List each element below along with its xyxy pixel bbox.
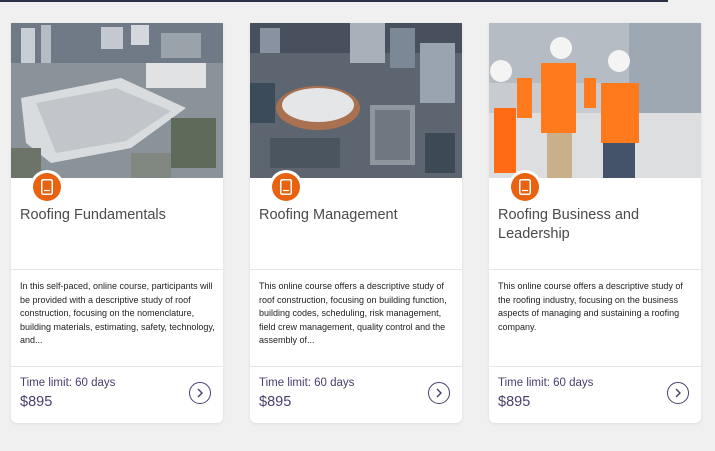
book-badge: [30, 170, 64, 204]
course-price: $895: [259, 394, 292, 410]
chevron-right-icon: [197, 388, 203, 398]
course-card[interactable]: Roofing Fundamentals In this self-paced,…: [11, 23, 223, 423]
view-course-button[interactable]: [189, 382, 211, 404]
course-title[interactable]: Roofing Management: [259, 206, 454, 225]
divider: [11, 366, 223, 367]
view-course-button[interactable]: [667, 382, 689, 404]
view-course-button[interactable]: [428, 382, 450, 404]
time-limit: Time limit: 60 days: [259, 377, 355, 389]
chevron-right-icon: [436, 388, 442, 398]
time-limit: Time limit: 60 days: [20, 377, 116, 389]
top-nav-border: [0, 0, 668, 2]
course-price: $895: [498, 394, 531, 410]
divider: [11, 269, 223, 270]
course-image[interactable]: [489, 23, 701, 178]
book-icon: [41, 179, 53, 195]
book-icon: [280, 179, 292, 195]
course-description: This online course offers a descriptive …: [259, 281, 447, 345]
divider: [489, 366, 701, 367]
course-card[interactable]: Roofing Management This online course of…: [250, 23, 462, 423]
book-badge: [508, 170, 542, 204]
course-image[interactable]: [250, 23, 462, 178]
time-limit: Time limit: 60 days: [498, 377, 594, 389]
course-title[interactable]: Roofing Business and Leadership: [498, 206, 693, 244]
course-title[interactable]: Roofing Fundamentals: [20, 206, 215, 225]
chevron-right-icon: [675, 388, 681, 398]
course-description: This online course offers a descriptive …: [498, 281, 683, 332]
book-icon: [519, 179, 531, 195]
course-image[interactable]: [11, 23, 223, 178]
divider: [250, 269, 462, 270]
divider: [489, 269, 701, 270]
course-card[interactable]: Roofing Business and Leadership This onl…: [489, 23, 701, 423]
divider: [250, 366, 462, 367]
course-description: In this self-paced, online course, parti…: [20, 281, 215, 345]
course-price: $895: [20, 394, 53, 410]
book-badge: [269, 170, 303, 204]
